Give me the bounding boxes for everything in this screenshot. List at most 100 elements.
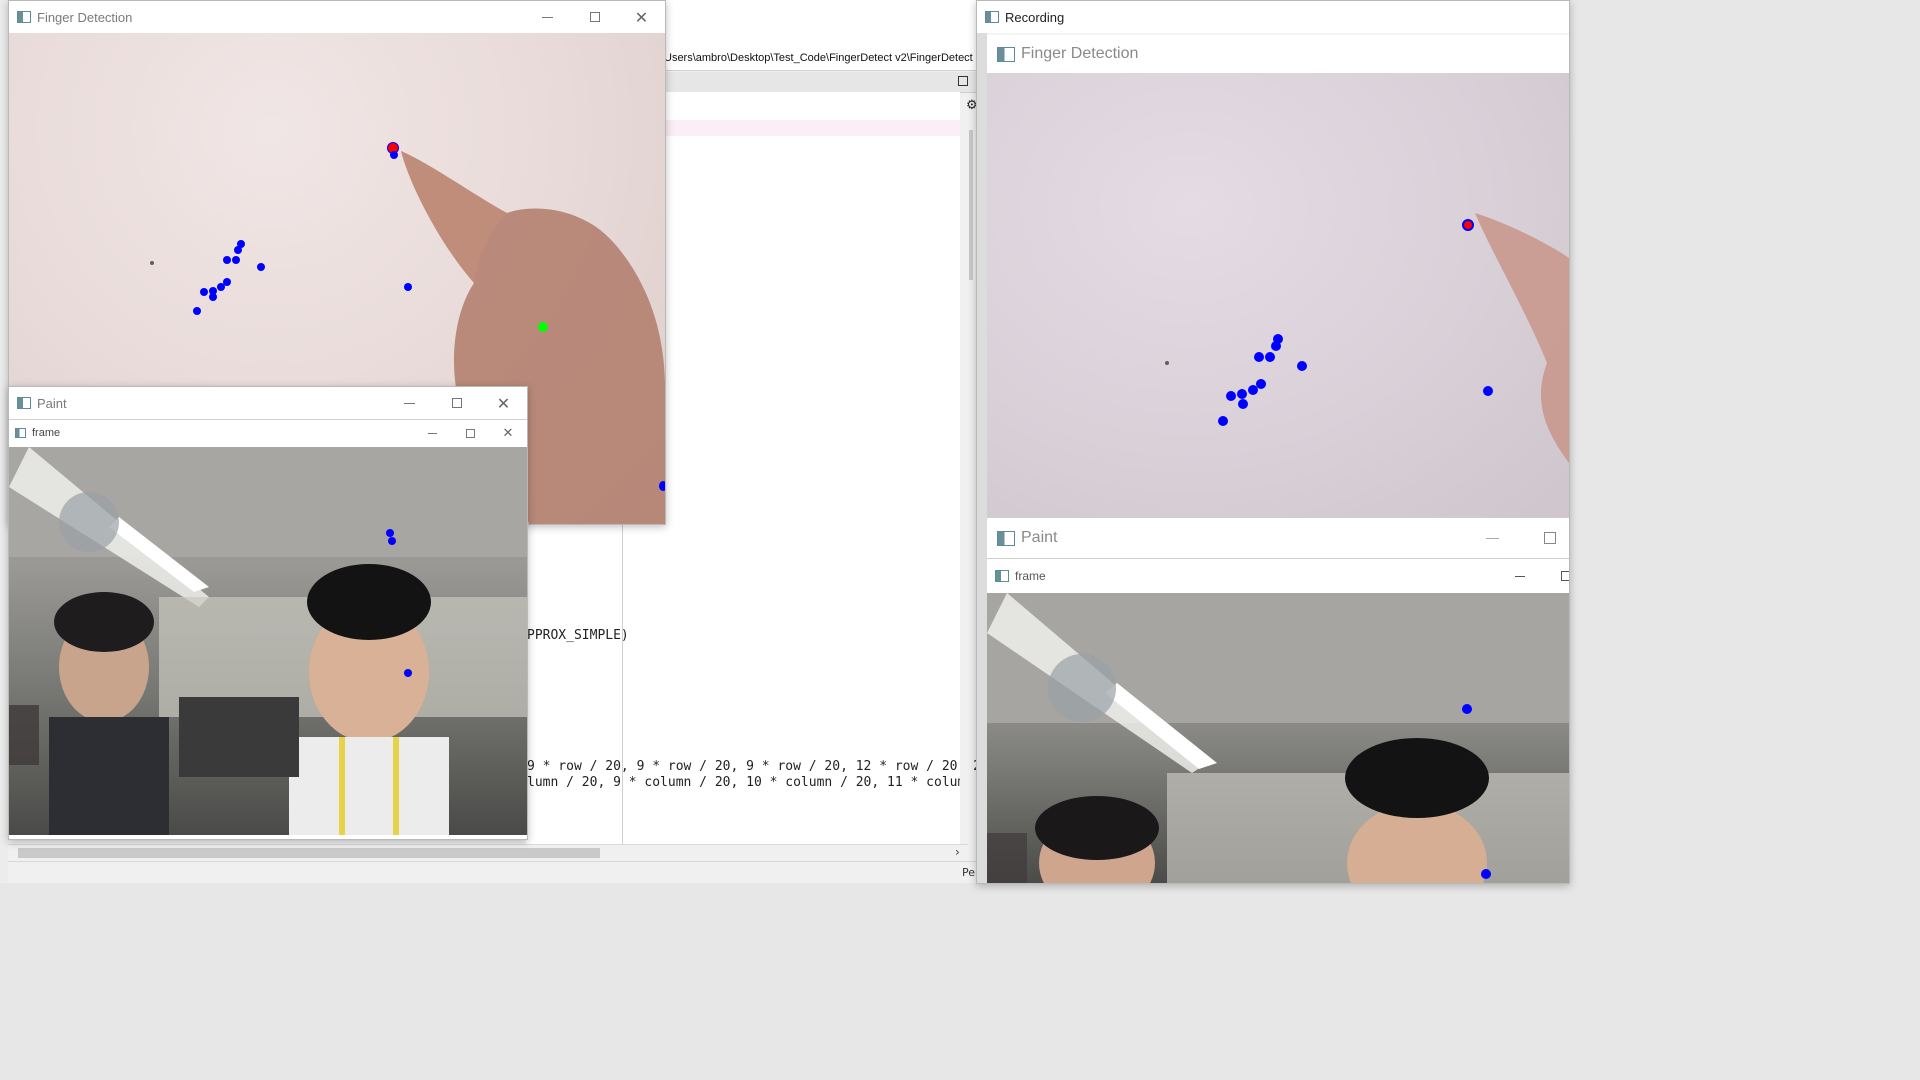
- opencv-window-icon: [995, 570, 1009, 582]
- frame-window-recorded[interactable]: frame: [987, 558, 1569, 883]
- minimize-button[interactable]: [386, 387, 433, 419]
- window-title: Finger Detection: [37, 9, 133, 25]
- window-title: Finger Detection: [1021, 45, 1139, 62]
- close-button[interactable]: ✕: [489, 420, 527, 446]
- recording-window[interactable]: Recording Finger Detection Paint frame: [976, 0, 1570, 884]
- window-titlebar[interactable]: Finger Detection ✕: [9, 1, 665, 33]
- minimize-button[interactable]: [524, 1, 571, 33]
- maximize-button[interactable]: [1543, 559, 1569, 593]
- editor-gutter-line: [622, 524, 623, 844]
- blue-marker: [1238, 399, 1248, 409]
- close-icon: ✕: [634, 7, 649, 27]
- blue-marker: [232, 256, 240, 264]
- vertical-scrollbar-thumb[interactable]: [969, 130, 973, 280]
- minimize-icon: [1485, 537, 1499, 539]
- window-title: frame: [32, 427, 61, 439]
- window-title: Paint: [1021, 529, 1058, 546]
- blue-marker: [234, 246, 242, 254]
- blue-marker: [1481, 869, 1491, 879]
- restore-panel-icon[interactable]: [958, 76, 968, 86]
- blue-marker: [1265, 352, 1275, 362]
- opencv-window-icon: [997, 530, 1015, 546]
- horizontal-scrollbar[interactable]: ‹ ›: [0, 844, 968, 861]
- hand-silhouette: [1165, 213, 1569, 463]
- opencv-window-icon: [17, 397, 31, 409]
- close-icon: ✕: [502, 425, 514, 441]
- close-icon: ✕: [496, 393, 511, 413]
- blue-marker: [1462, 704, 1472, 714]
- blue-marker: [1248, 385, 1258, 395]
- blue-marker: [404, 669, 412, 677]
- window-titlebar[interactable]: Paint ✕: [9, 387, 527, 419]
- code-line: PPROX_SIMPLE): [527, 628, 629, 643]
- ide-editor[interactable]: [662, 92, 960, 844]
- blue-marker: [217, 283, 225, 291]
- camera-feed: [987, 73, 1569, 519]
- opencv-window-icon: [15, 428, 26, 438]
- maximize-button[interactable]: [451, 420, 489, 446]
- recording-left-strip: [977, 33, 987, 883]
- minimize-button[interactable]: [1463, 518, 1521, 558]
- ide-panel-header: [662, 72, 976, 93]
- maximize-icon: [451, 398, 462, 408]
- blue-marker: [390, 151, 398, 159]
- blue-marker: [200, 288, 208, 296]
- finger-detection-window-recorded[interactable]: Finger Detection: [987, 35, 1569, 519]
- paint-window[interactable]: Paint ✕ frame ✕: [8, 386, 528, 840]
- blue-marker: [388, 537, 396, 545]
- blue-marker: [1483, 386, 1493, 396]
- blue-marker: [257, 263, 265, 271]
- minimize-icon: [542, 16, 553, 18]
- green-marker: [538, 322, 548, 332]
- window-titlebar[interactable]: Recording: [977, 1, 1569, 33]
- webcam-frame: [9, 447, 527, 835]
- opencv-window-icon: [985, 11, 999, 23]
- horizontal-scrollbar-thumb[interactable]: [18, 848, 600, 858]
- blue-marker: [1254, 352, 1264, 362]
- scroll-right-icon[interactable]: ›: [955, 845, 960, 859]
- maximize-icon: [1544, 532, 1556, 544]
- maximize-button[interactable]: [571, 1, 618, 33]
- window-titlebar[interactable]: frame: [987, 559, 1569, 593]
- blue-marker: [1271, 341, 1281, 351]
- window-title: Recording: [1005, 9, 1065, 25]
- ide-editor-lower[interactable]: [526, 524, 662, 844]
- minimize-button[interactable]: [1497, 559, 1543, 593]
- maximize-icon: [1561, 571, 1569, 581]
- blue-marker: [659, 481, 665, 491]
- ide-top-strip: [664, 0, 976, 48]
- close-button[interactable]: ✕: [618, 1, 665, 33]
- code-line: 9 * row / 20, 9 * row / 20, 9 * row / 20…: [527, 759, 981, 774]
- blue-marker: [1226, 391, 1236, 401]
- blue-marker: [223, 256, 231, 264]
- status-bar: Pe: [0, 861, 976, 883]
- fingertip-marker: [1462, 219, 1474, 231]
- code-line: lumn / 20, 9 * column / 20, 10 * column …: [527, 775, 989, 790]
- opencv-window-icon: [17, 11, 31, 23]
- paint-window-recorded[interactable]: Paint frame: [987, 517, 1569, 883]
- window-title: frame: [1015, 569, 1046, 583]
- blue-marker: [193, 307, 201, 315]
- ide-path-text: Users\ambro\Desktop\Test_Code\FingerDete…: [664, 52, 973, 64]
- window-titlebar[interactable]: frame ✕: [9, 420, 527, 446]
- current-line-highlight: [662, 120, 960, 136]
- vertical-scrollbar[interactable]: [960, 120, 974, 844]
- frame-window[interactable]: frame ✕: [9, 419, 527, 839]
- webcam-scene: [9, 447, 527, 835]
- window-titlebar[interactable]: Finger Detection: [987, 35, 1569, 73]
- webcam-scene: [987, 593, 1569, 883]
- minimize-button[interactable]: [413, 420, 451, 446]
- maximize-icon: [589, 12, 600, 22]
- blue-marker: [1297, 361, 1307, 371]
- close-button[interactable]: ✕: [480, 387, 527, 419]
- minimize-icon: [404, 402, 415, 404]
- window-titlebar[interactable]: Paint: [987, 518, 1569, 558]
- window-title: Paint: [37, 395, 67, 411]
- blue-marker: [209, 293, 217, 301]
- blue-marker: [404, 283, 412, 291]
- status-text: Pe: [962, 866, 976, 879]
- ide-left-strip: [0, 0, 8, 882]
- minimize-icon: [1515, 575, 1525, 577]
- maximize-button[interactable]: [1521, 518, 1569, 558]
- maximize-button[interactable]: [433, 387, 480, 419]
